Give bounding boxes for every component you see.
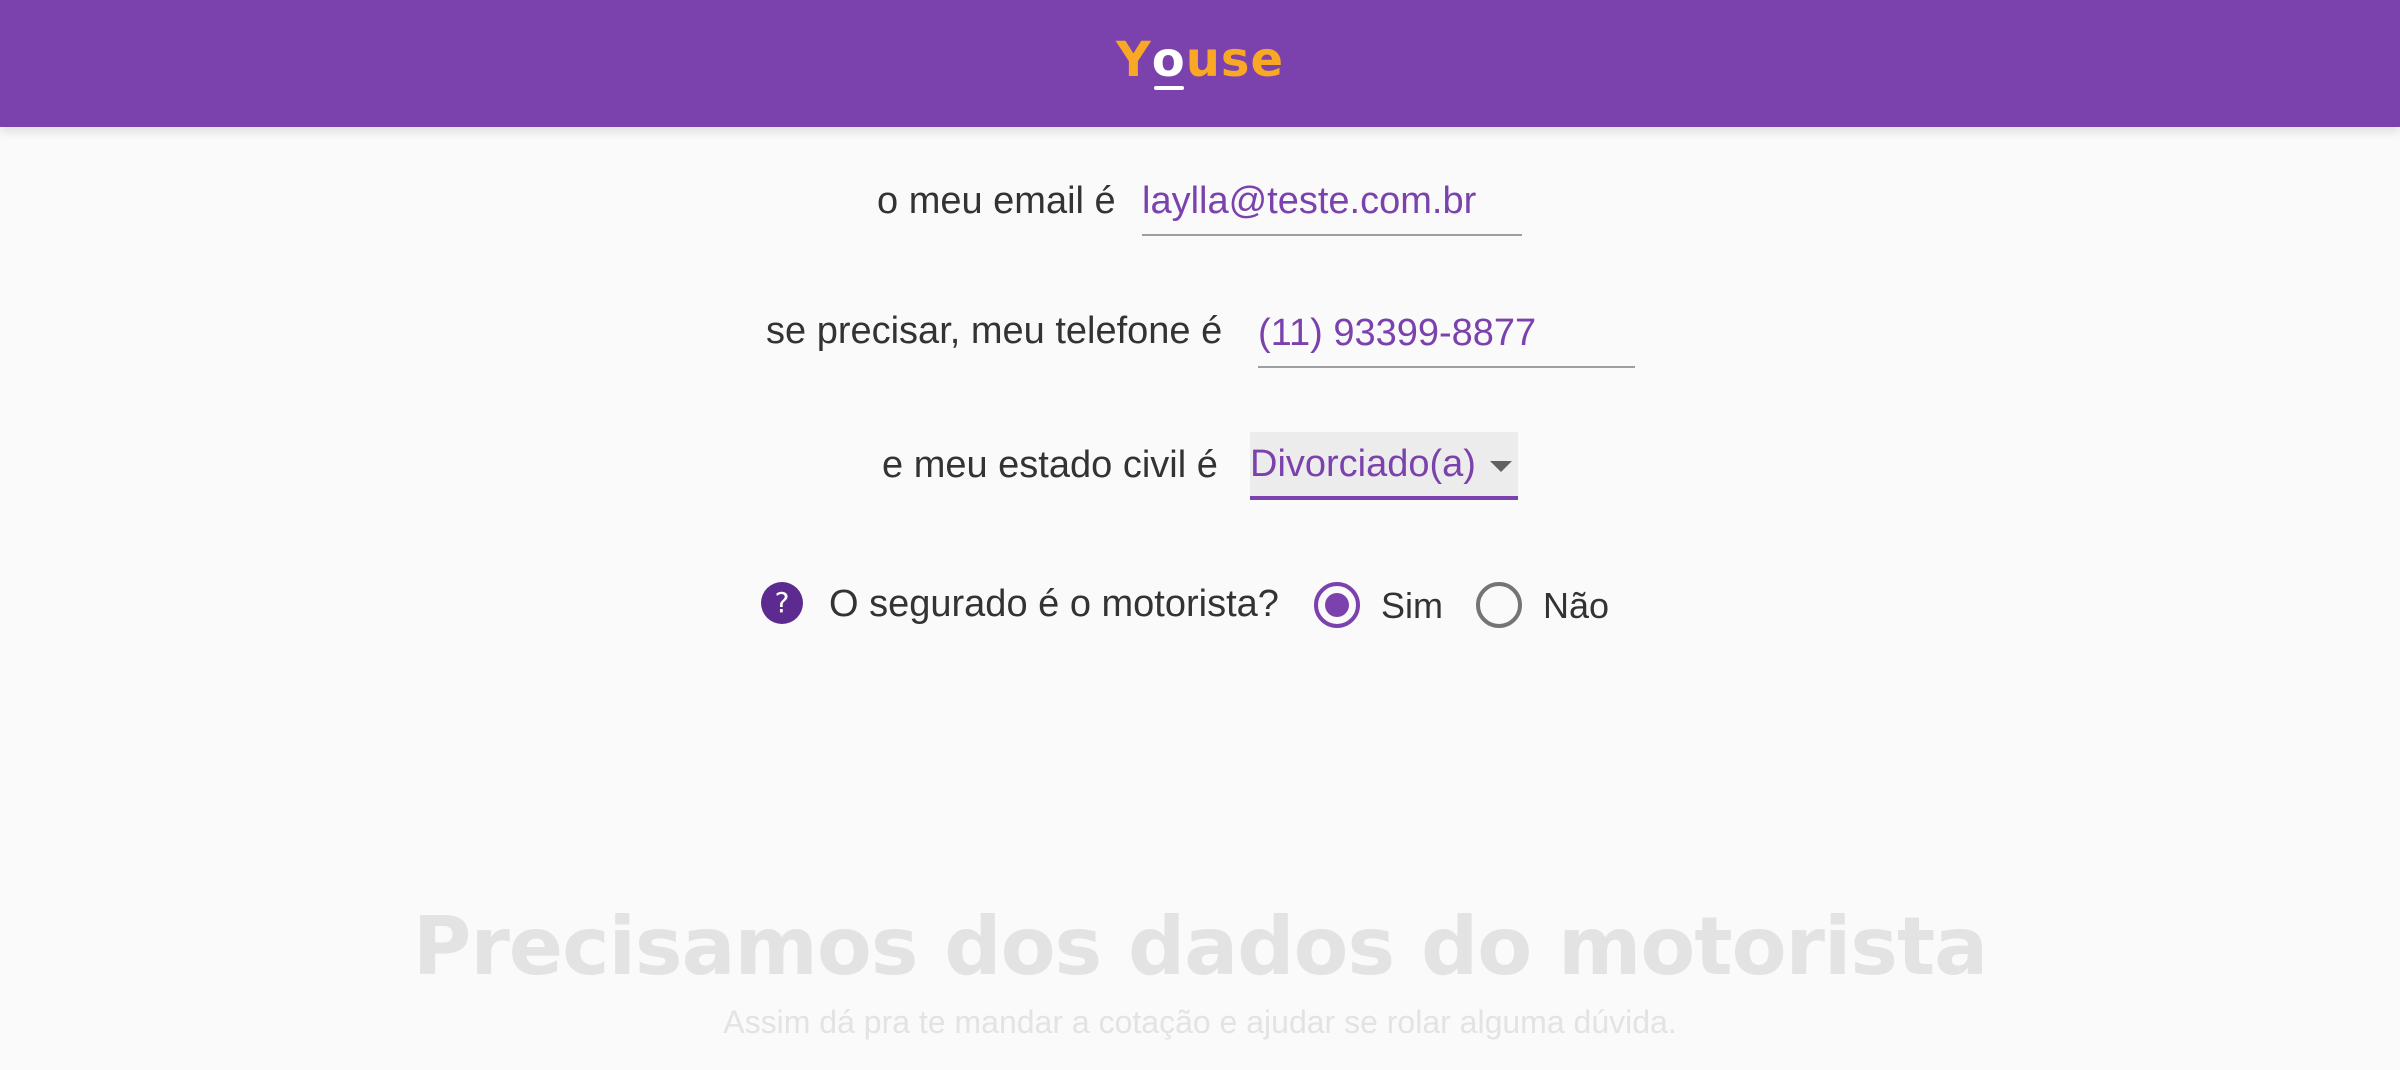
radio-sim[interactable] (1314, 582, 1360, 628)
driver-question-label: O segurado é o motorista? (829, 583, 1279, 625)
phone-field[interactable]: (11) 93399-8877 (1258, 310, 1635, 368)
email-label: o meu email é (877, 180, 1116, 222)
civil-status-label: e meu estado civil é (882, 444, 1218, 486)
top-header: Y o use (0, 0, 2400, 127)
logo-letter-o: o (1151, 32, 1186, 90)
radio-nao-label[interactable]: Não (1543, 583, 1609, 629)
email-field[interactable]: laylla@teste.com.br (1142, 178, 1522, 236)
phone-label: se precisar, meu telefone é (766, 310, 1223, 352)
logo-letter-y: Y (1115, 32, 1152, 88)
help-icon[interactable]: ? (761, 582, 803, 624)
logo-letters-use: use (1185, 32, 1285, 88)
civil-status-select[interactable]: Divorciado(a) (1250, 432, 1518, 500)
radio-sim-label[interactable]: Sim (1381, 583, 1443, 629)
chevron-down-icon[interactable] (1489, 460, 1512, 472)
next-section-subtitle: Assim dá pra te mandar a cotação e ajuda… (723, 1004, 1677, 1040)
next-section-title: Precisamos dos dados do motorista (412, 900, 1989, 993)
youse-logo[interactable]: Y o use (1115, 32, 1285, 90)
civil-status-selected-value: Divorciado(a) (1250, 443, 1476, 485)
radio-nao[interactable] (1476, 582, 1522, 628)
